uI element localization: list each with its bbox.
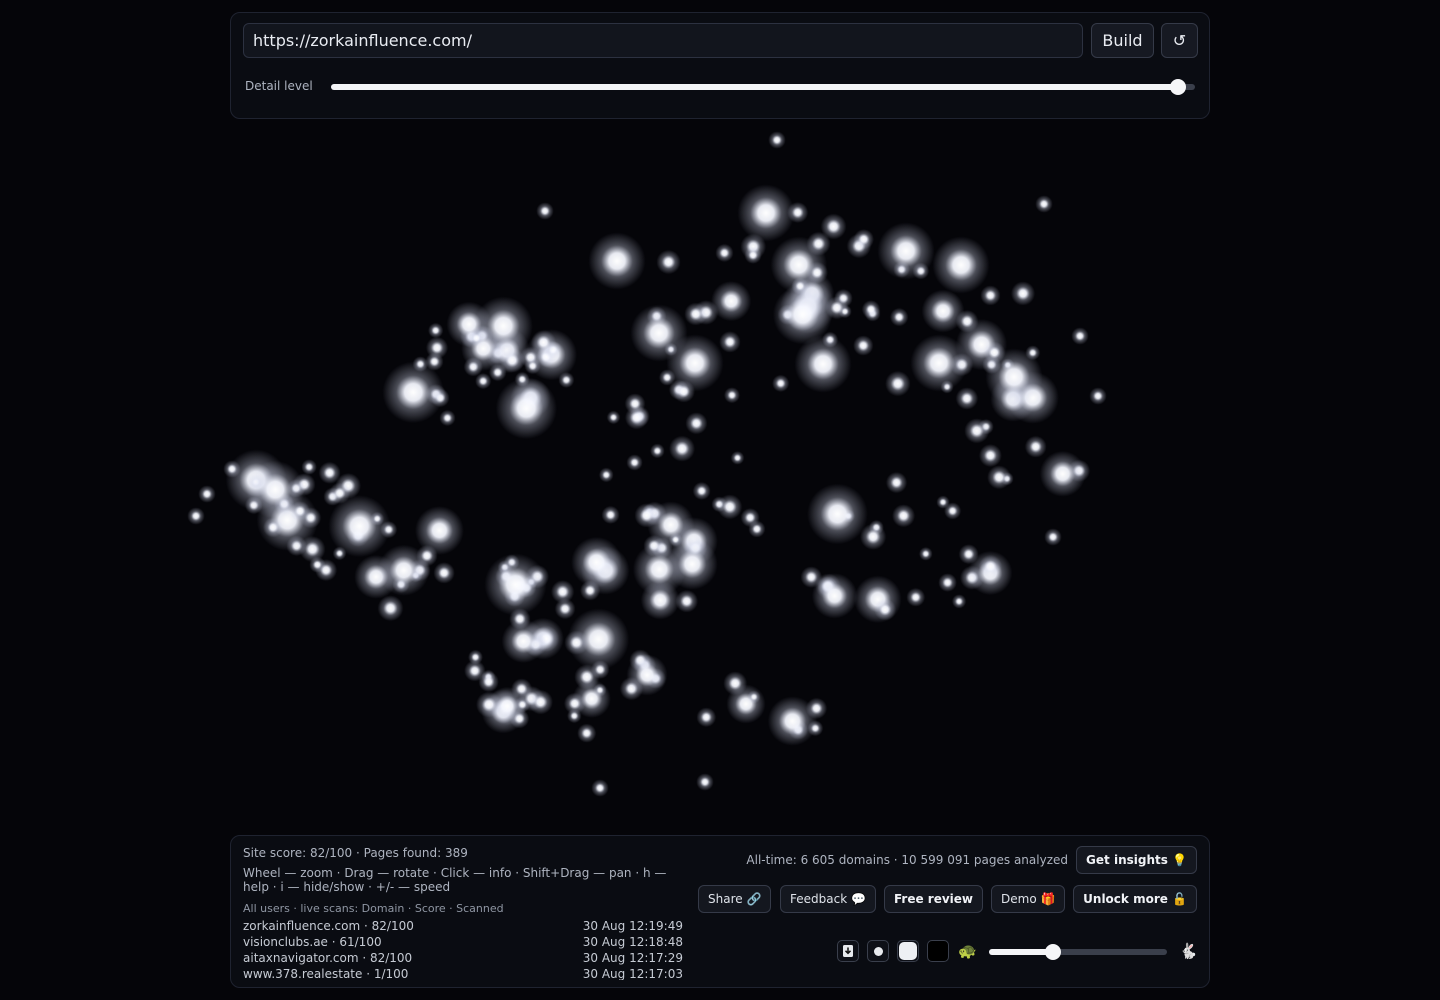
speed-fill <box>989 949 1054 955</box>
reset-button[interactable]: ↺ <box>1161 23 1198 58</box>
scan-time: 30 Aug 12:18:48 <box>582 935 683 949</box>
download-icon <box>843 945 853 957</box>
alltime-stats-text: All-time: 6 605 domains · 10 599 091 pag… <box>746 853 1068 867</box>
get-insights-button[interactable]: Get insights 💡 <box>1076 846 1197 874</box>
download-button[interactable] <box>837 940 859 962</box>
speed-slider[interactable] <box>989 944 1167 960</box>
unlock-more-button[interactable]: Unlock more 🔓 <box>1073 885 1197 913</box>
feedback-button[interactable]: Feedback 💬 <box>780 885 876 913</box>
top-toolbar: Build ↺ Detail level <box>230 12 1210 119</box>
node-size-large-button[interactable] <box>897 940 919 962</box>
detail-level-slider[interactable] <box>331 79 1195 95</box>
detail-level-fill <box>331 84 1178 90</box>
live-scans-list: zorkainfluence.com · 82/100 30 Aug 12:19… <box>243 918 683 980</box>
detail-level-label: Detail level <box>245 79 313 93</box>
rabbit-icon: 🐇 <box>1179 942 1198 960</box>
site-score-text: Site score: 82/100 · Pages found: 389 <box>243 846 468 860</box>
scan-time: 30 Aug 12:17:29 <box>582 951 683 965</box>
dark-theme-button[interactable] <box>927 940 949 962</box>
keyboard-help-text: Wheel — zoom · Drag — rotate · Click — i… <box>243 866 667 894</box>
bottom-info-panel: Site score: 82/100 · Pages found: 389 Wh… <box>230 835 1210 988</box>
live-scans-header: All users · live scans: Domain · Score ·… <box>243 902 504 915</box>
demo-button[interactable]: Demo 🎁 <box>991 885 1066 913</box>
scan-domain: visionclubs.ae · 61/100 <box>243 935 382 949</box>
scan-domain: zorkainfluence.com · 82/100 <box>243 919 414 933</box>
node-size-small-button[interactable] <box>867 940 889 962</box>
list-item[interactable]: www.378.realestate · 1/100 30 Aug 12:17:… <box>243 966 683 980</box>
scan-time: 30 Aug 12:17:03 <box>582 967 683 980</box>
scan-time: 30 Aug 12:19:49 <box>582 919 683 933</box>
free-review-button[interactable]: Free review <box>884 885 984 913</box>
turtle-icon: 🐢 <box>958 942 977 960</box>
dot-black-icon <box>931 944 945 958</box>
dot-large-white-icon <box>899 942 917 960</box>
build-button[interactable]: Build <box>1091 23 1154 58</box>
detail-level-thumb[interactable] <box>1169 79 1186 95</box>
dot-small-icon <box>873 946 883 956</box>
list-item[interactable]: aitaxnavigator.com · 82/100 30 Aug 12:17… <box>243 950 683 966</box>
list-item[interactable]: zorkainfluence.com · 82/100 30 Aug 12:19… <box>243 918 683 934</box>
scan-domain: www.378.realestate · 1/100 <box>243 967 409 980</box>
url-input[interactable] <box>243 23 1083 58</box>
scan-domain: aitaxnavigator.com · 82/100 <box>243 951 413 965</box>
list-item[interactable]: visionclubs.ae · 61/100 30 Aug 12:18:48 <box>243 934 683 950</box>
speed-thumb[interactable] <box>1045 944 1062 960</box>
share-button[interactable]: Share 🔗 <box>698 885 772 913</box>
